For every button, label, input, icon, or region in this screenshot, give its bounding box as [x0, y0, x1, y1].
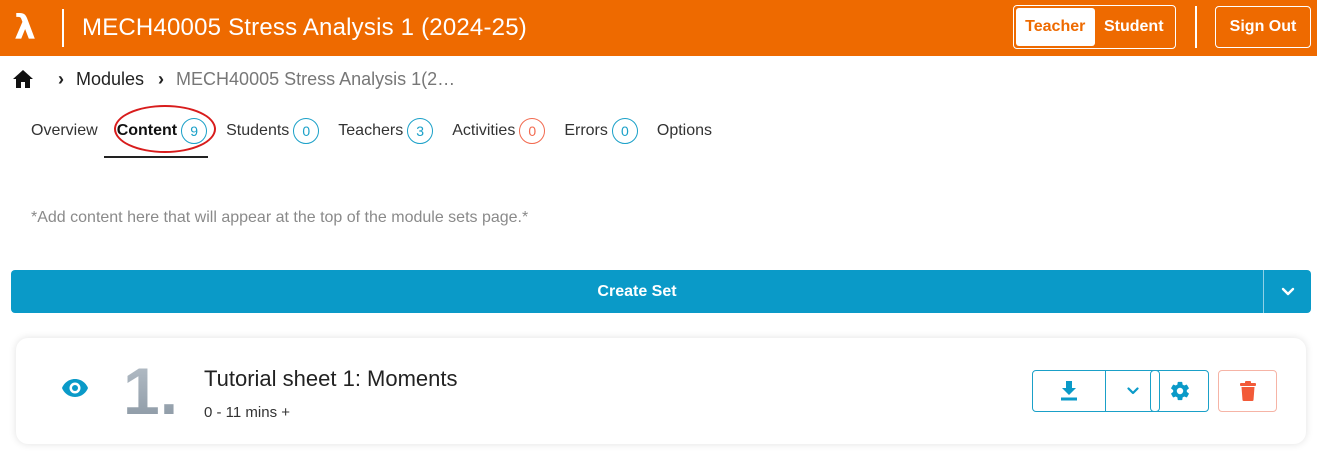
download-button[interactable]: [1033, 371, 1106, 411]
set-settings-button[interactable]: [1150, 370, 1209, 412]
trash-icon: [1239, 381, 1256, 401]
tab-label: Activities: [452, 122, 516, 139]
tab-errors[interactable]: Errors 0: [564, 115, 638, 147]
intro-placeholder-text[interactable]: *Add content here that will appear at th…: [31, 209, 528, 227]
download-icon: [1061, 381, 1077, 401]
tab-label: Options: [656, 122, 713, 139]
create-set-bar: Create Set: [11, 270, 1311, 313]
count-badge: 0: [519, 118, 546, 144]
chevron-down-icon: [1281, 287, 1294, 295]
tab-label: Teachers: [338, 122, 404, 139]
sign-out-button[interactable]: Sign Out: [1215, 6, 1311, 48]
delete-set-button[interactable]: [1218, 370, 1277, 412]
eye-icon[interactable]: [61, 378, 89, 402]
home-icon[interactable]: [12, 68, 34, 90]
tab-teachers[interactable]: Teachers 3: [338, 115, 434, 147]
set-title[interactable]: Tutorial sheet 1: Moments: [204, 366, 458, 392]
tab-students[interactable]: Students 0: [226, 115, 320, 147]
teacher-role-button[interactable]: Teacher: [1016, 8, 1095, 46]
download-button-group: [1032, 370, 1160, 412]
student-role-button[interactable]: Student: [1095, 8, 1174, 46]
count-badge: 0: [611, 118, 638, 144]
tab-label: Students: [226, 122, 290, 139]
breadcrumb-current-module: MECH40005 Stress Analysis 1(2…: [176, 68, 456, 89]
tab-options[interactable]: Options: [657, 115, 712, 147]
create-set-button[interactable]: Create Set: [11, 270, 1263, 313]
chevron-right-icon: ›: [158, 68, 165, 89]
top-divider: [1195, 6, 1197, 48]
set-number: 1.: [123, 354, 179, 428]
tab-label: Overview: [31, 122, 98, 139]
breadcrumb-modules[interactable]: Modules: [76, 69, 144, 90]
tab-overview[interactable]: Overview: [31, 115, 98, 147]
count-badge: 3: [407, 118, 434, 144]
set-card: 1. Tutorial sheet 1: Moments 0 - 11 mins…: [16, 338, 1306, 444]
logo-divider: [62, 9, 64, 47]
count-badge: 0: [293, 118, 320, 144]
page-title: MECH40005 Stress Analysis 1 (2024-25): [82, 14, 527, 41]
role-switch: Teacher Student: [1013, 5, 1176, 49]
breadcrumb: › Modules › MECH40005 Stress Analysis 1(…: [12, 66, 455, 92]
chevron-right-icon: ›: [58, 68, 64, 89]
lambda-logo[interactable]: λ: [0, 0, 50, 56]
tab-label: Errors: [564, 122, 608, 139]
tab-activities[interactable]: Activities 0: [452, 115, 546, 147]
highlight-circle: [114, 105, 216, 153]
set-duration: 0 - 11 mins +: [204, 404, 291, 421]
chevron-down-icon: [1126, 387, 1139, 395]
gear-icon: [1170, 381, 1189, 401]
create-set-dropdown-button[interactable]: [1264, 270, 1311, 313]
